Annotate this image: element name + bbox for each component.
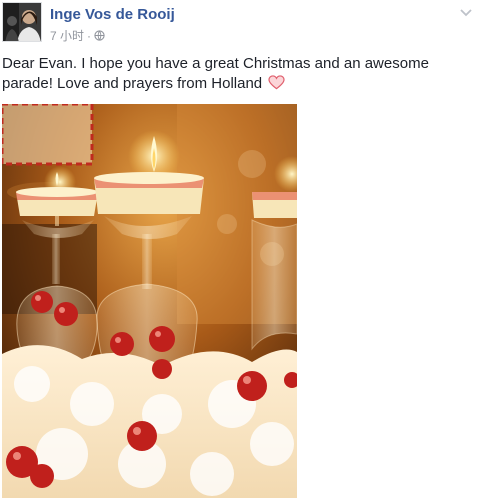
post-message: Dear Evan. I hope you have a great Chris… (2, 54, 480, 94)
timestamp[interactable]: 7 小时 (50, 27, 84, 44)
post-meta: 7 小时 · (50, 27, 105, 44)
chevron-down-icon[interactable] (458, 6, 474, 20)
heart-icon (268, 75, 285, 90)
post-photo[interactable] (2, 104, 297, 498)
feed-post: Inge Vos de Rooij 7 小时 · Dear Evan. I ho… (0, 0, 484, 502)
globe-icon[interactable] (94, 30, 105, 41)
meta-separator: · (87, 28, 92, 43)
author-name[interactable]: Inge Vos de Rooij (50, 6, 175, 23)
avatar[interactable] (2, 2, 42, 42)
post-message-text: Dear Evan. I hope you have a great Chris… (2, 55, 429, 92)
post-header: Inge Vos de Rooij 7 小时 · (2, 2, 482, 44)
